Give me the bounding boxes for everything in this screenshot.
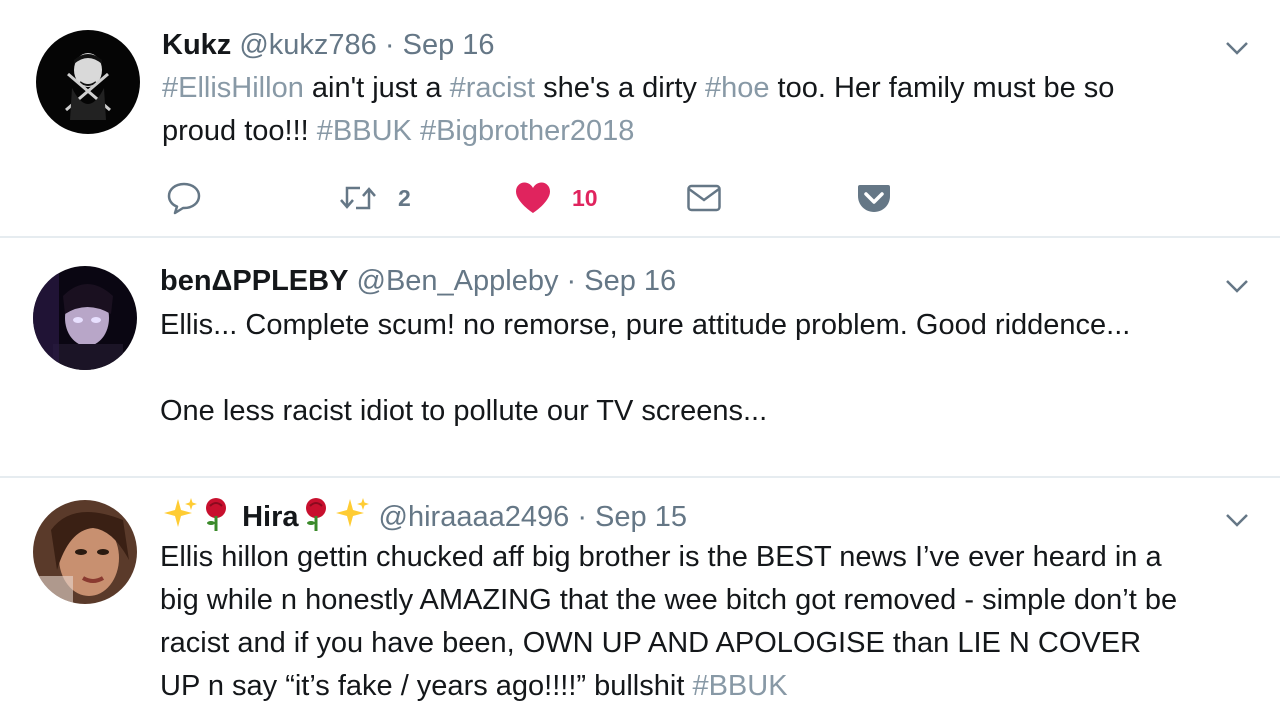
text-span (412, 115, 420, 147)
chevron-down-icon[interactable] (1222, 276, 1252, 296)
like-count: 10 (572, 184, 598, 211)
rose-emoji (198, 496, 234, 541)
avatar[interactable] (33, 500, 137, 604)
tweet-text: Ellis... Complete scum! no remorse, pure… (160, 304, 1130, 433)
direct-message-icon (687, 184, 721, 212)
text-span: too. Her family must be so (769, 72, 1115, 104)
separator-dot: · (577, 501, 587, 534)
tweet-line: Ellis... Complete scum! no remorse, pure… (160, 309, 1131, 341)
pocket-button[interactable] (857, 176, 891, 220)
tweet-date[interactable]: Sep 15 (595, 501, 687, 533)
tweet-line: One less racist idiot to pollute our TV … (160, 395, 768, 427)
tweet-date[interactable]: Sep 16 (403, 29, 495, 61)
tweet-separator (0, 476, 1280, 478)
avatar[interactable] (36, 30, 140, 134)
retweet-button[interactable]: 2 (338, 176, 411, 220)
hashtag-link[interactable]: #BBUK (692, 670, 787, 702)
hashtag-link[interactable]: #Bigbrother2018 (420, 115, 634, 147)
text-span: she's a dirty (535, 72, 705, 104)
tweet-header: Kukz @kukz786 · Sep 16 (162, 27, 495, 63)
tweet-header: benΔPPLEBY @Ben_Appleby · Sep 16 (160, 263, 676, 299)
tweet-line: big while n honestly AMAZING that the we… (160, 584, 1178, 616)
display-name[interactable]: Kukz (162, 29, 231, 61)
chevron-down-icon[interactable] (1222, 38, 1252, 58)
hashtag-link[interactable]: #racist (450, 72, 535, 104)
direct-message-button[interactable] (686, 176, 722, 220)
tweet-line: UP n say “it’s fake / years ago!!!!” bul… (160, 670, 693, 702)
display-name[interactable]: benΔPPLEBY (160, 265, 348, 297)
reply-button[interactable] (166, 176, 202, 220)
user-handle[interactable]: @kukz786 (239, 29, 376, 61)
tweet[interactable]: Hira @hiraaaa2496 · Sep 15 Ellis hillon … (0, 480, 1280, 720)
tweet-actions: 2 10 (0, 176, 1280, 220)
rose-emoji (298, 496, 334, 541)
tweet[interactable]: Kukz @kukz786 · Sep 16 #EllisHillon ain'… (0, 0, 1280, 236)
separator-dot: · (566, 265, 577, 297)
heart-icon (516, 182, 550, 213)
pocket-icon (858, 185, 890, 212)
user-handle[interactable]: @hiraaaa2496 (379, 501, 570, 533)
tweet-line: Ellis hillon gettin chucked aff big brot… (160, 541, 1162, 573)
separator-dot: · (384, 29, 395, 61)
tweet-text: Ellis hillon gettin chucked aff big brot… (160, 536, 1177, 708)
reply-icon (167, 182, 201, 215)
tweet-header: Hira @hiraaaa2496 · Sep 15 (162, 496, 687, 541)
user-handle[interactable]: @Ben_Appleby (357, 265, 559, 297)
retweet-count: 2 (398, 184, 411, 211)
hashtag-link[interactable]: #hoe (705, 72, 770, 104)
retweet-icon (340, 186, 376, 210)
sparkles-emoji (162, 496, 198, 541)
chevron-down-icon[interactable] (1222, 510, 1252, 530)
tweet-date[interactable]: Sep 16 (584, 265, 676, 297)
like-button[interactable]: 10 (514, 176, 598, 220)
sparkles-emoji (334, 496, 370, 541)
hashtag-link[interactable]: #BBUK (317, 115, 412, 147)
tweet-line: racist and if you have been, OWN UP AND … (160, 627, 1142, 659)
hashtag-link[interactable]: #EllisHillon (162, 72, 304, 104)
avatar[interactable] (33, 266, 137, 370)
text-span: ain't just a (303, 72, 450, 104)
text-span: proud too!!! (162, 115, 317, 147)
tweet[interactable]: benΔPPLEBY @Ben_Appleby · Sep 16 Ellis..… (0, 238, 1280, 476)
display-name[interactable]: Hira (242, 501, 298, 533)
tweet-text: #EllisHillon ain't just a #racist she's … (162, 67, 1114, 153)
